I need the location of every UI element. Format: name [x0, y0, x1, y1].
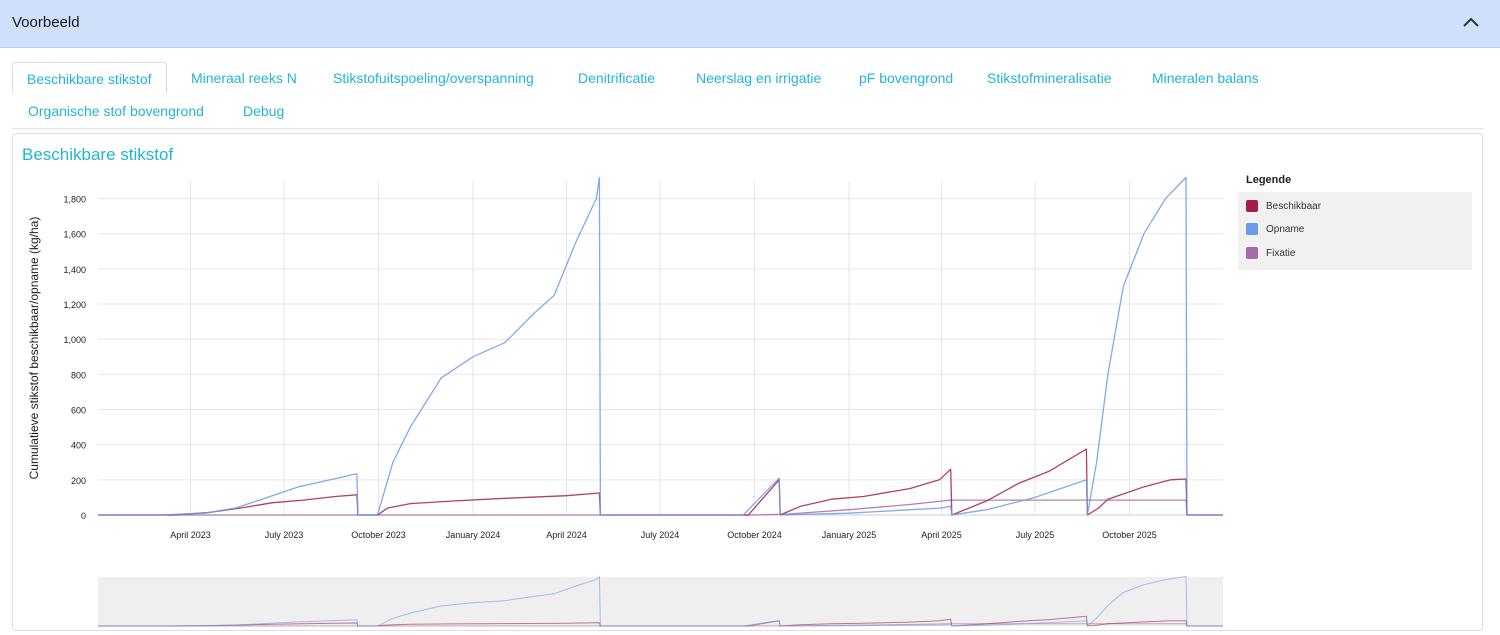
legend-item-fixatie[interactable]: Fixatie [1246, 245, 1295, 261]
legend-label: Fixatie [1266, 247, 1296, 259]
y-tick-label: 1,800 [63, 195, 86, 205]
x-tick-label: January 2024 [446, 530, 501, 540]
legend-label: Beschikbaar [1266, 200, 1322, 212]
y-tick-label: 0 [81, 511, 86, 521]
section-title: Voorbeeld [12, 14, 80, 31]
series-line-opname [98, 176, 1223, 516]
chevron-up-icon[interactable] [1460, 12, 1482, 34]
tab-neerslag-en-irrigatie[interactable]: Neerslag en irrigatie [696, 62, 821, 94]
y-tick-label: 1,600 [63, 230, 86, 240]
tab-stikstofuitspoeling[interactable]: Stikstofuitspoeling/overspanning [333, 62, 534, 94]
tab-bar: Beschikbare stikstof Mineraal reeks N St… [12, 62, 1484, 129]
x-tick-label: October 2025 [1102, 530, 1157, 540]
legend: Beschikbaar Opname Fixatie [1238, 192, 1472, 270]
legend-heading: Legende [1246, 174, 1292, 186]
legend-item-opname[interactable]: Opname [1246, 221, 1304, 237]
x-tick-label: October 2024 [727, 530, 782, 540]
series-line-beschikbaar [98, 448, 1223, 516]
tab-debug[interactable]: Debug [243, 95, 284, 127]
y-tick-label: 800 [71, 370, 86, 380]
tab-mineraal-reeks-n[interactable]: Mineraal reeks N [191, 62, 297, 94]
legend-label: Opname [1266, 223, 1305, 235]
tab-beschikbare-stikstof[interactable]: Beschikbare stikstof [12, 62, 167, 94]
y-tick-label: 1,000 [63, 335, 86, 345]
legend-item-beschikbaar[interactable]: Beschikbaar [1246, 198, 1321, 214]
x-tick-label: April 2023 [170, 530, 211, 540]
tab-organische-stof-bovengrond[interactable]: Organische stof bovengrond [28, 95, 204, 127]
series-line-fixatie [98, 499, 1223, 516]
legend-swatch [1246, 200, 1258, 212]
x-tick-label: July 2023 [265, 530, 304, 540]
y-tick-label: 1,200 [63, 300, 86, 310]
line-chart[interactable]: 0 200 400 600 800 1,000 1,200 1,400 1,600 1,800 Ap… [13, 134, 1233, 630]
y-axis-label: Cumulatieve stikstof beschikbaar/opname … [27, 217, 41, 480]
navigator-background [98, 577, 1223, 626]
x-tick-label: July 2025 [1016, 530, 1055, 540]
tab-stikstofmineralisatie[interactable]: Stikstofmineralisatie [987, 62, 1112, 94]
tab-denitrificatie[interactable]: Denitrificatie [578, 62, 655, 94]
tab-mineralen-balans[interactable]: Mineralen balans [1152, 62, 1259, 94]
x-tick-label: January 2025 [822, 530, 877, 540]
legend-swatch [1246, 247, 1258, 259]
x-tick-label: April 2025 [921, 530, 962, 540]
x-tick-label: October 2023 [351, 530, 406, 540]
chart-panel: Beschikbare stikstof Legende Beschikbaar… [12, 133, 1483, 631]
x-tick-label: April 2024 [546, 530, 587, 540]
y-tick-label: 600 [71, 406, 86, 416]
tab-pf-bovengrond[interactable]: pF bovengrond [859, 62, 953, 94]
x-tick-label: July 2024 [641, 530, 680, 540]
legend-swatch [1246, 223, 1258, 235]
y-tick-label: 200 [71, 476, 86, 486]
y-tick-label: 400 [71, 441, 86, 451]
section-header[interactable]: Voorbeeld [0, 0, 1500, 48]
y-tick-label: 1,400 [63, 265, 86, 275]
